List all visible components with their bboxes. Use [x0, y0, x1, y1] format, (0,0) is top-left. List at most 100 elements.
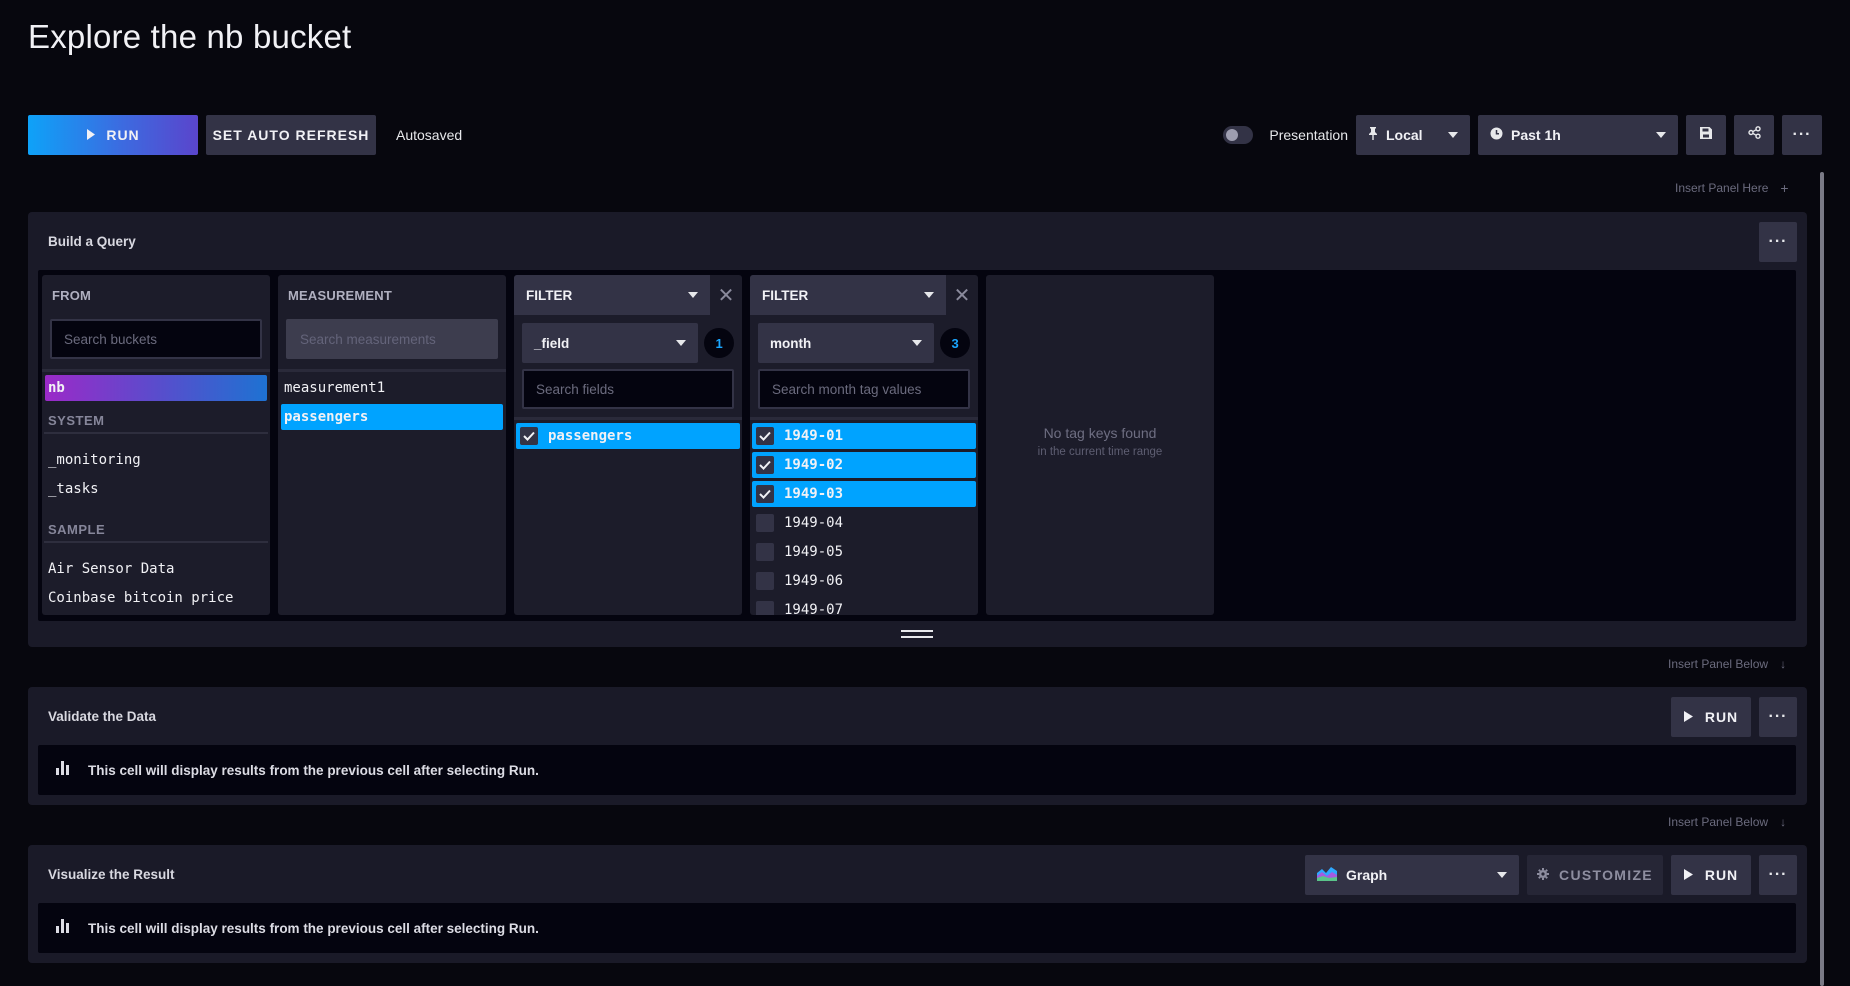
filter-value-item[interactable]: 1949-03 — [752, 481, 976, 507]
from-header: FROM — [52, 287, 92, 303]
set-auto-refresh-button[interactable]: SET AUTO REFRESH — [206, 115, 376, 155]
measurement-card: MEASUREMENT measurement1 passengers — [278, 275, 506, 615]
tag-value-search-field[interactable] — [772, 381, 956, 397]
checkmark-icon — [759, 431, 771, 441]
ellipsis-icon: ··· — [1768, 708, 1788, 725]
page-title: Explore the nb bucket — [28, 18, 352, 55]
measurement-item[interactable]: measurement1 — [281, 375, 503, 401]
checkbox[interactable] — [756, 427, 774, 445]
checkbox[interactable] — [756, 514, 774, 532]
filter-value-label: 1949-04 — [784, 515, 844, 531]
remove-filter-button[interactable]: ✕ — [710, 275, 742, 315]
close-icon: ✕ — [953, 284, 971, 307]
measurement-search-field[interactable] — [300, 331, 484, 347]
tag-value-search-input[interactable] — [758, 369, 970, 409]
measurement-item-selected[interactable]: passengers — [281, 404, 503, 430]
insert-panel-here-label: Insert Panel Here — [1675, 181, 1769, 195]
filter-function-dropdown[interactable]: FILTER — [514, 275, 710, 315]
bucket-search-input[interactable] — [50, 319, 262, 359]
insert-panel-below[interactable]: Insert Panel Below ↓ — [1668, 815, 1786, 829]
panel-menu-button[interactable]: ··· — [1759, 855, 1797, 895]
autosave-status: Autosaved — [396, 127, 463, 143]
filter-value-item[interactable]: 1949-01 — [752, 423, 976, 449]
measurement-search-input[interactable] — [286, 319, 498, 359]
checkbox[interactable] — [756, 572, 774, 590]
more-options-button[interactable]: ··· — [1782, 115, 1822, 155]
chevron-down-icon — [1448, 132, 1458, 138]
checkmark-icon — [759, 460, 771, 470]
results-placeholder: This cell will display results from the … — [88, 920, 539, 936]
panel-menu-button[interactable]: ··· — [1759, 697, 1797, 737]
filter-value-label: 1949-05 — [784, 544, 844, 560]
presentation-toggle[interactable] — [1223, 126, 1254, 144]
divider — [42, 369, 270, 372]
build-query-panel: Build a Query ··· FROM nb SYSTEM _monito… — [28, 212, 1807, 647]
save-button[interactable] — [1686, 115, 1726, 155]
filter-function-dropdown[interactable]: FILTER — [750, 275, 946, 315]
filter-value-item[interactable]: 1949-06 — [752, 568, 976, 594]
filter-value-item[interactable]: 1949-04 — [752, 510, 976, 536]
insert-panel-below[interactable]: Insert Panel Below ↓ — [1668, 657, 1786, 671]
bucket-item[interactable]: Coinbase bitcoin price — [45, 585, 267, 611]
validate-panel: Validate the Data RUN ··· This cell will… — [28, 687, 1807, 805]
time-range-value: Past 1h — [1511, 127, 1561, 143]
bucket-search-field[interactable] — [64, 331, 248, 347]
field-search-input[interactable] — [522, 369, 734, 409]
share-icon — [1747, 126, 1761, 144]
panel-menu-button[interactable]: ··· — [1759, 222, 1797, 262]
filter-value-item[interactable]: 1949-07 — [752, 597, 976, 615]
checkbox[interactable] — [520, 427, 538, 445]
timezone-dropdown[interactable]: Local — [1356, 115, 1470, 155]
gear-icon — [1537, 867, 1550, 883]
ellipsis-icon: ··· — [1792, 126, 1812, 143]
filter-value-item[interactable]: 1949-05 — [752, 539, 976, 565]
filter-card-month: FILTER ✕ month 3 1949-011949-021949-0319… — [750, 275, 978, 615]
run-all-button[interactable]: RUN — [28, 115, 198, 155]
from-card: FROM nb SYSTEM _monitoring _tasks SAMPLE… — [42, 275, 270, 615]
time-range-dropdown[interactable]: Past 1h — [1478, 115, 1678, 155]
selected-count-badge: 1 — [704, 328, 734, 358]
run-label: RUN — [1704, 867, 1739, 883]
tag-value-list: 1949-01 1949-02 1949-03 1949-04 1949-05 1949-… — [750, 423, 978, 615]
filter-value-label: 1949-06 — [784, 573, 844, 589]
bar-chart-icon — [56, 918, 70, 938]
filter-key-dropdown[interactable]: _field — [522, 323, 699, 363]
bucket-item[interactable]: Air Sensor Data — [45, 556, 267, 582]
filter-function-label: FILTER — [762, 287, 809, 303]
arrow-down-icon: ↓ — [1780, 657, 1787, 671]
selected-count-badge: 3 — [940, 328, 970, 358]
bucket-group-label: SYSTEM — [44, 401, 268, 434]
empty-message: No tag keys found — [1043, 425, 1157, 441]
insert-panel-here[interactable]: Insert Panel Here + — [1675, 180, 1789, 196]
filter-value-label: passengers — [548, 428, 633, 444]
checkbox[interactable] — [756, 601, 774, 615]
checkmark-icon — [759, 489, 771, 499]
filter-value-label: 1949-07 — [784, 602, 844, 615]
resize-handle[interactable] — [901, 630, 933, 638]
arrow-down-icon: ↓ — [1780, 815, 1787, 829]
play-icon — [1683, 709, 1693, 725]
run-button[interactable]: RUN — [1671, 697, 1751, 737]
measurement-header: MEASUREMENT — [288, 287, 393, 303]
filter-key-dropdown[interactable]: month — [758, 323, 935, 363]
field-search-field[interactable] — [536, 381, 720, 397]
visualization-type-dropdown[interactable]: Graph — [1305, 855, 1519, 895]
bucket-item[interactable]: _monitoring — [45, 447, 267, 473]
share-button[interactable] — [1734, 115, 1774, 155]
remove-filter-button[interactable]: ✕ — [946, 275, 978, 315]
ellipsis-icon: ··· — [1768, 866, 1788, 883]
bucket-item-selected[interactable]: nb — [45, 375, 267, 401]
run-label: RUN — [1704, 709, 1739, 725]
panel-title: Build a Query — [48, 234, 136, 249]
page-scrollbar[interactable] — [1820, 172, 1824, 986]
filter-card-field: FILTER ✕ _field 1 Search fields passenge… — [514, 275, 742, 615]
checkbox[interactable] — [756, 456, 774, 474]
checkbox[interactable] — [756, 485, 774, 503]
run-button[interactable]: RUN — [1671, 855, 1751, 895]
plus-icon: + — [1780, 180, 1789, 196]
customize-button[interactable]: CUSTOMIZE — [1527, 855, 1663, 895]
bucket-item[interactable]: _tasks — [45, 476, 267, 502]
filter-value-item[interactable]: passengers — [516, 423, 740, 449]
filter-value-item[interactable]: 1949-02 — [752, 452, 976, 478]
checkbox[interactable] — [756, 543, 774, 561]
